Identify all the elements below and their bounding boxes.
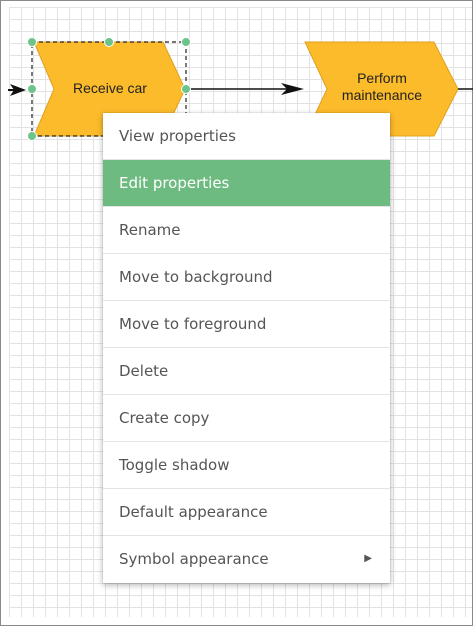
menu-item-default-appearance[interactable]: Default appearance xyxy=(103,489,390,536)
menu-item-edit-properties[interactable]: Edit properties xyxy=(103,160,390,207)
perform-maintenance-label-line1: Perform xyxy=(357,70,407,86)
handle-bottom-left xyxy=(27,131,37,141)
menu-item-view-properties[interactable]: View properties xyxy=(103,113,390,160)
connector-arrow[interactable] xyxy=(186,83,304,95)
incoming-connector[interactable] xyxy=(8,84,26,96)
handle-top-right xyxy=(181,37,191,47)
handle-top-center xyxy=(104,37,114,47)
menu-item-delete[interactable]: Delete xyxy=(103,348,390,395)
context-menu: View properties Edit properties Rename M… xyxy=(103,113,390,583)
menu-item-rename[interactable]: Rename xyxy=(103,207,390,254)
triangle-right-icon: ▶ xyxy=(364,553,372,564)
handle-middle-left xyxy=(27,84,37,94)
menu-item-move-to-foreground[interactable]: Move to foreground xyxy=(103,301,390,348)
menu-item-symbol-appearance[interactable]: Symbol appearance ▶ xyxy=(103,536,390,583)
handle-top-left xyxy=(27,37,37,47)
menu-item-create-copy[interactable]: Create copy xyxy=(103,395,390,442)
menu-item-symbol-appearance-label: Symbol appearance xyxy=(119,550,269,568)
menu-item-toggle-shadow[interactable]: Toggle shadow xyxy=(103,442,390,489)
menu-item-move-to-background[interactable]: Move to background xyxy=(103,254,390,301)
perform-maintenance-label-line2: maintenance xyxy=(341,87,423,103)
handle-middle-right xyxy=(181,84,191,94)
receive-car-label: Receive car xyxy=(73,80,147,96)
perform-maintenance-label: Perform maintenance xyxy=(322,70,442,104)
